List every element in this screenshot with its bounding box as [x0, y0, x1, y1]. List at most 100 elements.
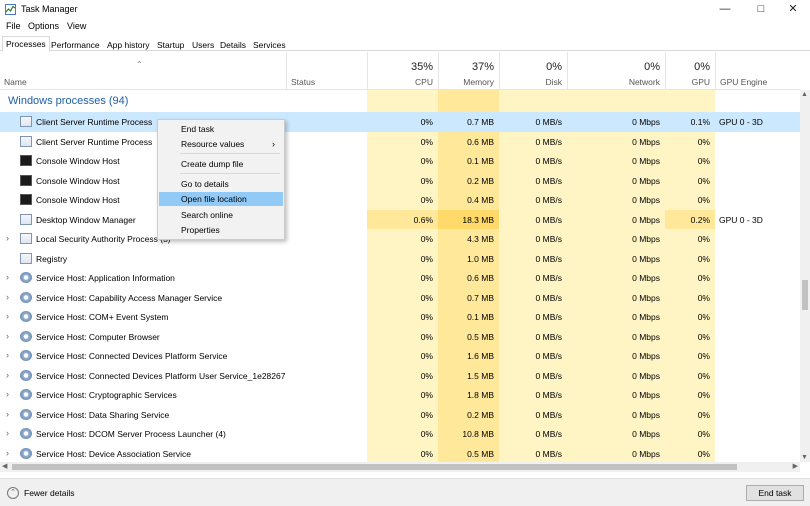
- process-name: Service Host: Connected Devices Platform…: [36, 370, 286, 381]
- console-icon: [20, 155, 32, 166]
- column-network[interactable]: 0% Network: [567, 52, 665, 90]
- process-row[interactable]: › Service Host: Connected Devices Platfor…: [0, 366, 800, 386]
- process-row[interactable]: › Service Host: Data Sharing Service 0% 0.2…: [0, 405, 800, 425]
- process-row[interactable]: › Service Host: Connected Devices Platfor…: [0, 346, 800, 366]
- expand-chevron-icon[interactable]: ›: [6, 233, 9, 243]
- tab-services[interactable]: Services: [249, 37, 290, 51]
- cell-gpu: 0%: [697, 273, 710, 283]
- end-task-button[interactable]: End task: [746, 485, 804, 501]
- tab-performance[interactable]: Performance: [47, 37, 104, 51]
- cell-gpu: 0%: [697, 175, 710, 186]
- cell-disk: 0 MB/s: [535, 117, 562, 127]
- menu-file[interactable]: File: [6, 21, 21, 31]
- cell-net: 0 Mbps: [632, 175, 660, 186]
- expand-chevron-icon[interactable]: ›: [6, 370, 9, 380]
- column-status[interactable]: Status: [286, 52, 367, 90]
- cell-disk: 0 MB/s: [535, 136, 562, 147]
- ctx-properties[interactable]: Properties: [159, 223, 283, 237]
- ctx-resource-values[interactable]: Resource values ›: [159, 137, 283, 151]
- menu-bar: File Options View: [0, 19, 810, 34]
- horizontal-scrollbar[interactable]: ◀ ▶: [0, 462, 800, 472]
- tab-processes[interactable]: Processes: [2, 36, 50, 52]
- process-row[interactable]: Console Window Host 0% 0.4 MB 0 MB/s 0 Mbps 0…: [0, 190, 800, 210]
- process-name: Service Host: Capability Access Manager …: [36, 292, 223, 303]
- scroll-left-icon[interactable]: ◀: [2, 462, 7, 470]
- process-name: Console Window Host: [36, 175, 120, 186]
- cell-cpu: 0%: [420, 136, 433, 147]
- tab-users[interactable]: Users: [188, 37, 218, 51]
- cell-disk: 0 MB/s: [535, 429, 562, 439]
- cell-disk: 0 MB/s: [535, 312, 562, 322]
- cell-disk: 0 MB/s: [535, 156, 562, 166]
- cell-gpu: 0%: [697, 370, 710, 381]
- process-row[interactable]: › Local Security Authority Process (3) 0% 4…: [0, 229, 800, 249]
- ctx-open-file-location[interactable]: Open file location: [159, 192, 283, 206]
- group-title[interactable]: Windows processes (94): [8, 95, 128, 107]
- process-row[interactable]: › Service Host: Device Association Servic…: [0, 444, 800, 463]
- chevron-up-icon[interactable]: ⌃: [7, 487, 19, 499]
- cell-net: 0 Mbps: [632, 370, 660, 381]
- column-memory[interactable]: 37% Memory: [438, 52, 499, 90]
- column-cpu[interactable]: 35% CPU: [367, 52, 438, 90]
- fewer-details-link[interactable]: Fewer details: [24, 488, 75, 498]
- scroll-right-icon[interactable]: ▶: [793, 462, 798, 470]
- expand-chevron-icon[interactable]: ›: [6, 428, 9, 438]
- expand-chevron-icon[interactable]: ›: [6, 331, 9, 341]
- process-row[interactable]: › Service Host: Computer Browser 0% 0.5 MB 0…: [0, 327, 800, 347]
- process-name: Registry: [36, 253, 68, 264]
- expand-chevron-icon[interactable]: ›: [6, 350, 9, 360]
- vertical-scroll-thumb[interactable]: [802, 280, 808, 310]
- cell-cpu: 0%: [420, 253, 433, 264]
- process-row[interactable]: Registry 0% 1.0 MB 0 MB/s 0 Mbps 0%: [0, 249, 800, 269]
- maximize-button[interactable]: □: [744, 0, 778, 19]
- cell-cpu: 0%: [420, 273, 433, 283]
- ctx-search-online[interactable]: Search online: [159, 208, 283, 222]
- expand-chevron-icon[interactable]: ›: [6, 272, 9, 282]
- cell-mem: 0.5 MB: [467, 331, 494, 342]
- expand-chevron-icon[interactable]: ›: [6, 311, 9, 321]
- vertical-scrollbar[interactable]: ▲ ▼: [800, 90, 810, 462]
- horizontal-scroll-thumb[interactable]: [12, 464, 737, 470]
- process-row[interactable]: Console Window Host 0% 0.1 MB 0 MB/s 0 Mbps 0…: [0, 151, 800, 171]
- scroll-up-icon[interactable]: ▲: [801, 91, 808, 98]
- process-row[interactable]: › Service Host: Application Information 0%…: [0, 268, 800, 288]
- tab-app-history[interactable]: App history: [103, 37, 154, 51]
- expand-chevron-icon[interactable]: ›: [6, 389, 9, 399]
- expand-chevron-icon[interactable]: ›: [6, 292, 9, 302]
- process-icon: [20, 135, 32, 147]
- service-gear-icon: [20, 428, 32, 439]
- service-gear-icon: [20, 350, 32, 361]
- cell-cpu: 0%: [420, 292, 433, 303]
- expand-chevron-icon[interactable]: ›: [6, 448, 9, 458]
- cell-gpu: 0%: [697, 331, 710, 342]
- ctx-create-dump-file[interactable]: Create dump file: [159, 157, 283, 171]
- scroll-down-icon[interactable]: ▼: [801, 454, 808, 461]
- ctx-end-task[interactable]: End task: [159, 122, 283, 136]
- process-row[interactable]: › Service Host: COM+ Event System 0% 0.1 MB…: [0, 307, 800, 327]
- cell-cpu: 0%: [420, 195, 433, 205]
- cell-net: 0 Mbps: [632, 273, 660, 283]
- process-row[interactable]: Client Server Runtime Process 0% 0.6 MB 0 M…: [0, 132, 800, 152]
- process-row[interactable]: › Service Host: Cryptographic Services 0% 1…: [0, 385, 800, 405]
- expand-chevron-icon[interactable]: ›: [6, 409, 9, 419]
- column-disk[interactable]: 0% Disk: [499, 52, 567, 90]
- cell-gpu: 0%: [697, 390, 710, 400]
- chevron-right-icon: ›: [272, 139, 275, 149]
- process-row[interactable]: Desktop Window Manager 0.6% 18.3 MB 0 MB/s 0…: [0, 209, 800, 229]
- menu-view[interactable]: View: [67, 21, 86, 31]
- column-gpu-engine[interactable]: GPU Engine: [715, 52, 800, 90]
- process-row[interactable]: › Service Host: DCOM Server Process Launc…: [0, 424, 800, 444]
- title-bar: Task Manager — □ ✕: [0, 0, 810, 19]
- column-gpu[interactable]: 0% GPU: [665, 52, 715, 90]
- minimize-button[interactable]: —: [708, 0, 742, 19]
- close-button[interactable]: ✕: [776, 0, 810, 19]
- process-row[interactable]: › Service Host: Capability Access Manager…: [0, 288, 800, 308]
- column-name[interactable]: ⌃ Name: [0, 52, 286, 90]
- ctx-go-to-details[interactable]: Go to details: [159, 177, 283, 191]
- cell-cpu: 0.6%: [413, 214, 433, 225]
- menu-options[interactable]: Options: [28, 21, 59, 31]
- tab-startup[interactable]: Startup: [153, 37, 188, 51]
- process-row[interactable]: Client Server Runtime Process 0% 0.7 MB 0 M…: [0, 112, 800, 132]
- process-row[interactable]: Console Window Host 0% 0.2 MB 0 MB/s 0 Mbps 0…: [0, 171, 800, 191]
- tab-details[interactable]: Details: [216, 37, 250, 51]
